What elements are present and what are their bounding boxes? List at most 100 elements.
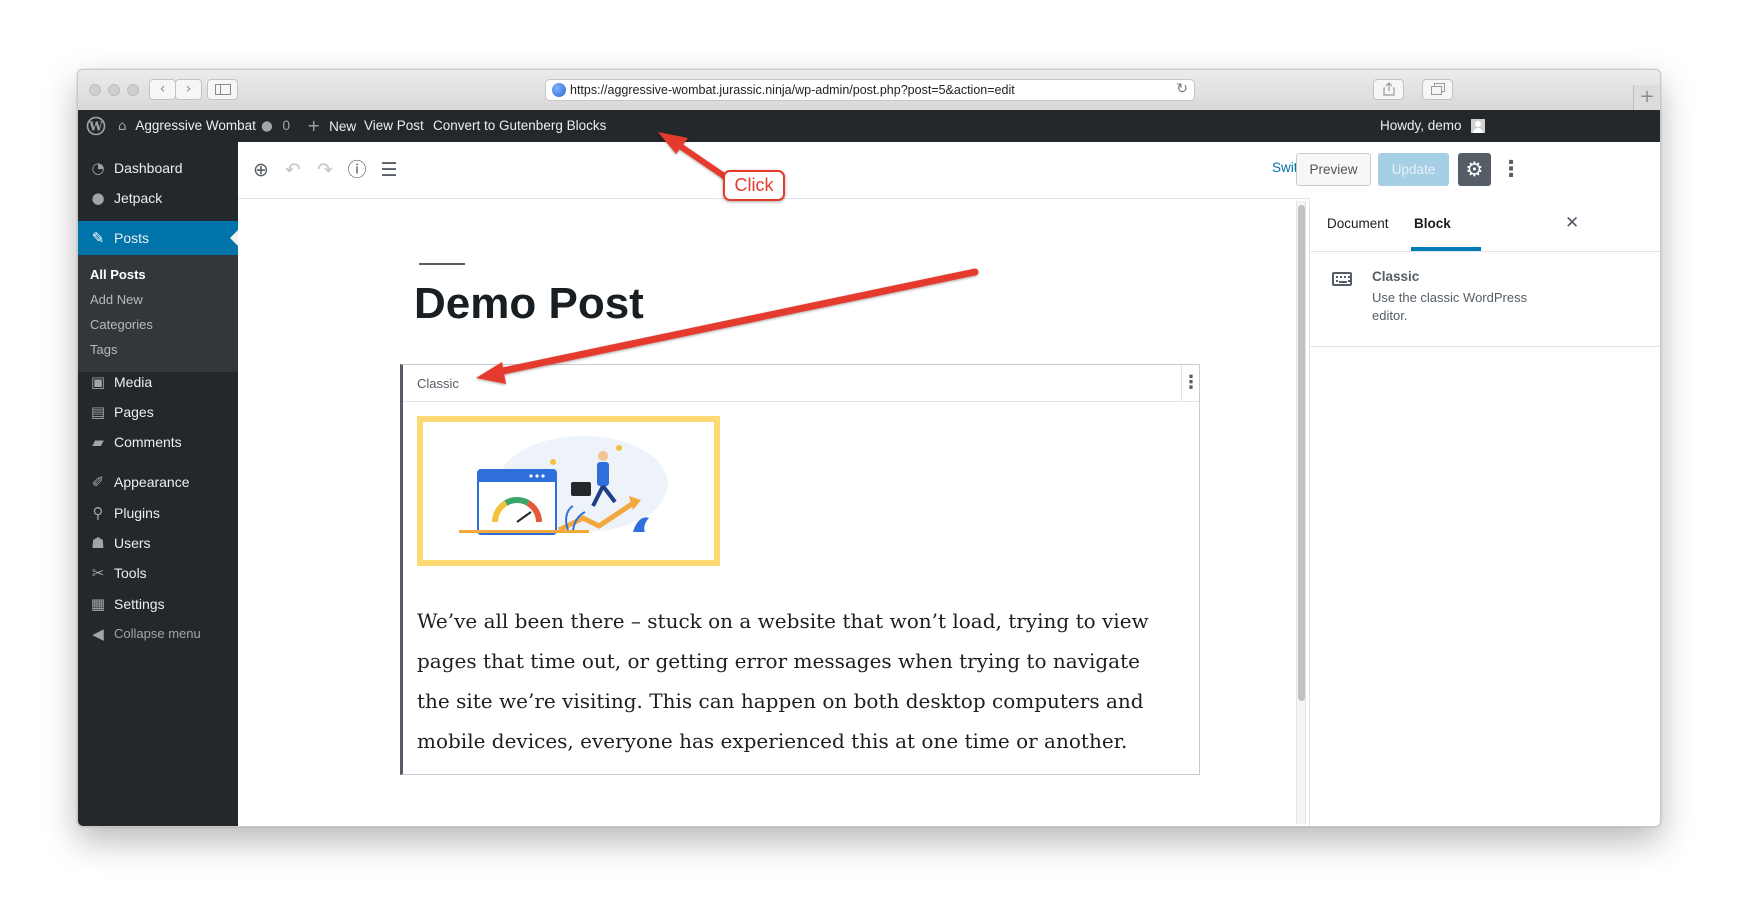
sidebar-item-label: Media [114, 374, 153, 390]
sidebar-item-label: Users [114, 535, 151, 551]
collapse-menu-label: Collapse menu [114, 626, 201, 641]
sidebar-item-appearance[interactable]: ✐ Appearance [78, 465, 238, 499]
submenu-tags[interactable]: Tags [90, 342, 117, 357]
sidebar-item-label: Jetpack [114, 190, 163, 206]
sidebar-toggle-button[interactable] [207, 79, 238, 100]
wp-admin-bar: W ⌂ Aggressive Wombat ● 0 + New View Pos… [78, 110, 1660, 142]
pin-icon: ✎ [91, 229, 105, 247]
tab-document[interactable]: Document [1327, 216, 1389, 231]
submenu-add-new[interactable]: Add New [90, 292, 143, 307]
scrollbar-thumb[interactable] [1298, 205, 1305, 701]
browser-toolbar: ‹ › https://aggressive-wombat.jurassic.n… [78, 70, 1660, 111]
back-button[interactable]: ‹ [149, 79, 176, 100]
sidebar-item-label: Appearance [114, 474, 190, 490]
classic-block-label: Classic [417, 376, 459, 391]
sidebar-item-label: Tools [114, 565, 147, 581]
new-tab-button[interactable]: + [1633, 85, 1660, 110]
sidebar-item-media[interactable]: ▣ Media [78, 365, 238, 399]
posts-submenu: All Posts Add New Categories Tags [78, 255, 238, 372]
current-menu-arrow [230, 230, 238, 246]
address-bar[interactable]: https://aggressive-wombat.jurassic.ninja… [545, 79, 1195, 101]
settings-icon: ▦ [90, 595, 106, 613]
collapse-menu-button[interactable]: ◀ Collapse menu [78, 617, 238, 651]
sidebar-item-settings[interactable]: ▦ Settings [78, 587, 238, 621]
tabs-icon [1430, 83, 1445, 95]
settings-gear-icon[interactable]: ⚙ [1458, 153, 1491, 186]
preview-button[interactable]: Preview [1296, 153, 1371, 186]
title-separator [419, 263, 465, 265]
block-card: Classic Use the classic WordPress editor… [1310, 251, 1660, 347]
post-body-text[interactable]: We’ve all been there – stuck on a websit… [417, 601, 1177, 761]
howdy-label: Howdy, demo [1380, 118, 1462, 133]
post-title[interactable]: Demo Post [414, 279, 644, 329]
appearance-icon: ✐ [91, 473, 105, 491]
submenu-categories[interactable]: Categories [90, 317, 153, 332]
block-card-description: Use the classic WordPress editor. [1372, 290, 1528, 323]
sidebar-item-label: Comments [114, 434, 182, 450]
sidebar-item-posts[interactable]: ✎ Posts [78, 221, 238, 255]
info-icon[interactable]: ⓘ [345, 158, 369, 182]
sidebar-item-pages[interactable]: ▤ Pages [78, 395, 238, 429]
sidebar-item-dashboard[interactable]: ◔ Dashboard [78, 151, 238, 185]
forward-button[interactable]: › [175, 79, 202, 100]
post-image[interactable] [417, 416, 720, 566]
jetpack-icon: ● [91, 189, 105, 207]
comments-link[interactable]: ● 0 [261, 110, 290, 142]
block-more-options-icon[interactable]: ⋮ [1181, 365, 1200, 401]
block-settings-sidebar: Document Block ✕ Classic Use the classic… [1309, 198, 1660, 826]
media-icon: ▣ [90, 373, 106, 391]
wordpress-logo-icon[interactable]: W [86, 110, 106, 142]
close-icon[interactable]: ✕ [1565, 213, 1579, 233]
more-options-icon[interactable]: ⋮ [1500, 156, 1522, 184]
sidebar-item-label: Settings [114, 596, 165, 612]
submenu-all-posts[interactable]: All Posts [90, 267, 146, 282]
sidebar-item-tools[interactable]: ✂ Tools [78, 556, 238, 590]
convert-to-gutenberg-link[interactable]: Convert to Gutenberg Blocks [433, 110, 606, 142]
pages-icon: ▤ [90, 403, 106, 421]
reload-icon[interactable]: ↻ [1176, 81, 1188, 97]
speed-illustration [423, 422, 714, 560]
sidebar-item-users[interactable]: ☗ Users [78, 526, 238, 560]
svg-text:W: W [88, 120, 103, 134]
tabs-overview-button[interactable] [1422, 79, 1453, 100]
plugins-icon: ⚲ [92, 504, 104, 522]
close-window-icon[interactable] [89, 84, 101, 96]
plus-icon: + [307, 116, 321, 135]
site-name-link[interactable]: ⌂ Aggressive Wombat [118, 110, 256, 142]
new-content-link[interactable]: + New [307, 110, 356, 142]
sidebar-item-comments[interactable]: ▰ Comments [78, 425, 238, 459]
editor-toolbar: ⊕ ↶ ↷ ⓘ ☰ Switch to Draft Preview Update… [238, 142, 1660, 199]
wp-logo: W [86, 117, 106, 136]
undo-icon[interactable]: ↶ [281, 158, 305, 182]
users-icon: ☗ [91, 534, 105, 552]
minimize-window-icon[interactable] [108, 84, 120, 96]
my-account-link[interactable]: Howdy, demo [1380, 110, 1486, 142]
sidebar-item-label: Pages [114, 404, 154, 420]
sidebar-item-jetpack[interactable]: ● Jetpack [78, 181, 238, 215]
url-text: https://aggressive-wombat.jurassic.ninja… [570, 83, 1015, 97]
sidebar-item-plugins[interactable]: ⚲ Plugins [78, 496, 238, 530]
redo-icon[interactable]: ↷ [313, 158, 337, 182]
sidebar-item-label: Dashboard [114, 160, 183, 176]
add-block-icon[interactable]: ⊕ [249, 158, 273, 182]
share-button[interactable] [1373, 79, 1404, 100]
sidebar-item-label: Posts [114, 230, 150, 246]
block-navigation-icon[interactable]: ☰ [377, 158, 401, 182]
comment-bubble-icon: ● [261, 118, 273, 134]
home-icon: ⌂ [118, 118, 127, 134]
globe-icon [552, 83, 566, 97]
keyboard-icon [1332, 272, 1352, 286]
classic-block-toolbar: Classic ⋮ [403, 365, 1200, 402]
new-label: New [329, 119, 357, 134]
share-icon [1382, 82, 1395, 96]
zoom-window-icon[interactable] [127, 84, 139, 96]
sidebar-tabs: Document Block ✕ [1310, 198, 1660, 252]
tab-block[interactable]: Block [1414, 216, 1451, 231]
tools-icon: ✂ [91, 564, 105, 582]
view-post-link[interactable]: View Post [364, 110, 424, 142]
classic-block[interactable]: Classic ⋮ We’ve all been there – stuck o… [400, 364, 1200, 775]
content-scrollbar[interactable] [1296, 201, 1306, 824]
update-button[interactable]: Update [1378, 153, 1449, 186]
site-name: Aggressive Wombat [135, 118, 256, 133]
avatar [1471, 119, 1486, 134]
